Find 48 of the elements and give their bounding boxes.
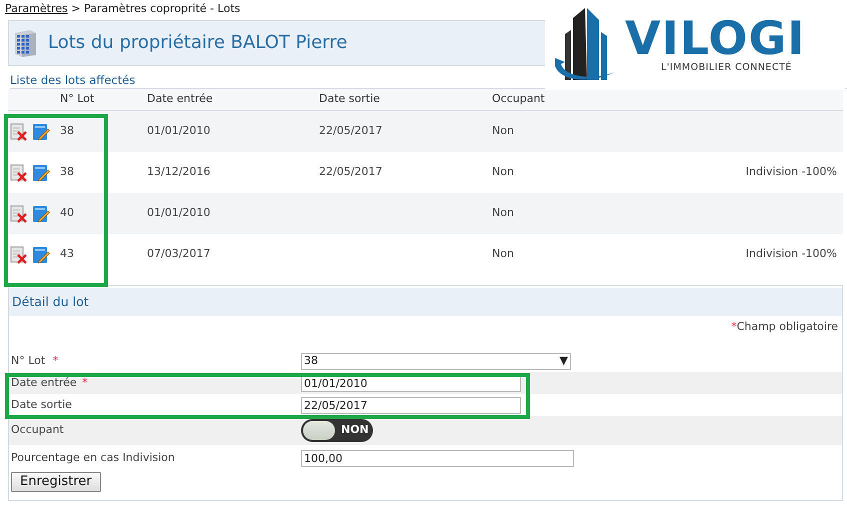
select-field[interactable]: 38 ▼ [301,352,571,370]
occupant-value: Non [492,206,514,220]
occupant-value: Non [492,165,514,178]
date-entry: 01/01/2010 [147,124,210,138]
save-button[interactable]: Enregistrer [11,472,101,492]
occupant-value: Non [492,124,514,138]
breadcrumb-link[interactable]: Paramètres [5,2,68,15]
lot-number: 40 [60,206,74,220]
edit-icon[interactable] [32,122,50,140]
lot-number: 43 [60,247,74,260]
column-header: Occupant [492,92,545,106]
date-entry: 13/12/2016 [147,165,210,178]
column-header: N° Lot [60,92,94,106]
delete-icon[interactable] [10,164,28,182]
delete-icon[interactable] [10,122,28,140]
field-label: Date entrée * [11,376,88,389]
logo-tagline: L'IMMOBILIER CONNECTÉ [661,60,793,75]
edit-icon[interactable] [32,246,50,264]
edit-icon[interactable] [32,204,50,222]
occupant-value: Non [492,247,514,260]
page-title: Lots du propriétaire BALOT Pierre [48,32,348,54]
input-field[interactable]: 100,00 [301,450,574,467]
caret-icon: ▼ [560,352,568,370]
delete-icon[interactable] [10,246,28,264]
required-note: *Champ obligatoire [731,320,838,333]
building-icon [12,29,38,57]
breadcrumb-current: Paramètres coproprité - Lots [84,2,240,15]
detail-title: Détail du lot [12,292,89,311]
column-header: Date entrée [147,92,213,106]
field-label: N° Lot * [11,354,58,367]
column-header: Date sortie [319,92,380,106]
toggle-switch[interactable]: NON [301,419,373,442]
field-label: Date sortie [11,398,72,411]
lot-number: 38 [60,124,74,138]
field-label: Pourcentage en cas Indivision [11,451,175,464]
logo-wordmark: VILOGI [625,14,806,61]
date-exit: 22/05/2017 [319,124,382,138]
date-exit: 22/05/2017 [319,165,382,178]
delete-icon[interactable] [10,204,28,222]
field-label: Occupant [11,423,64,436]
indivision-note: Indivision -100% [746,247,837,260]
breadcrumb-separator: > [71,2,80,15]
input-field[interactable]: 22/05/2017 [301,396,521,414]
edit-icon[interactable] [32,164,50,182]
date-entry: 07/03/2017 [147,247,210,260]
date-entry: 01/01/2010 [147,206,210,220]
lot-number: 38 [60,165,74,178]
indivision-note: Indivision -100% [746,165,837,178]
